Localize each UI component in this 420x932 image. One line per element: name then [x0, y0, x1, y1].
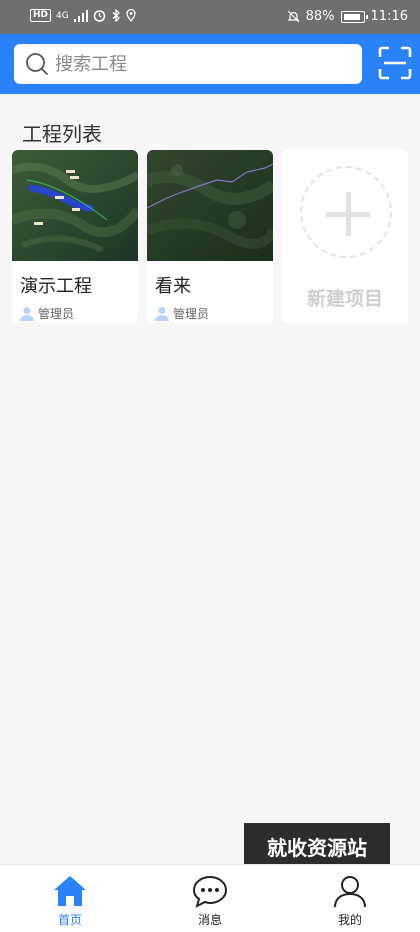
tab-home[interactable]: 首页	[0, 865, 140, 932]
clock: 11:16	[370, 9, 408, 24]
new-project-label: 新建项目	[306, 288, 383, 310]
user-icon	[155, 307, 169, 321]
search-input[interactable]	[55, 53, 345, 75]
battery-icon	[340, 10, 368, 23]
search-icon	[26, 53, 48, 75]
bluetooth-icon	[112, 9, 120, 22]
network-type: 4G	[56, 10, 69, 21]
project-name: 演示工程	[20, 276, 92, 297]
project-owner: 管理员	[20, 305, 74, 322]
home-icon	[54, 876, 86, 906]
project-thumbnail	[12, 150, 138, 261]
tab-label: 我的	[337, 913, 362, 927]
plus-icon	[300, 166, 392, 258]
section-title: 工程列表	[22, 122, 102, 146]
status-bar: HD 4G 88% 11:16	[0, 0, 420, 34]
location-icon	[126, 9, 136, 22]
mute-bell-icon	[287, 10, 300, 23]
owner-name: 管理员	[38, 307, 75, 321]
owner-name: 管理员	[173, 307, 210, 321]
tab-label: 消息	[197, 913, 222, 927]
scan-icon[interactable]	[378, 46, 412, 80]
tab-messages[interactable]: 消息	[140, 865, 280, 932]
project-card[interactable]: 演示工程 管理员	[12, 150, 138, 323]
project-thumbnail	[147, 150, 273, 261]
project-card[interactable]: 看来 管理员	[147, 150, 273, 323]
bottom-tab-bar: 首页 消息 我的	[0, 864, 420, 932]
tab-label: 首页	[57, 913, 82, 927]
battery-percent: 88%	[305, 9, 335, 24]
search-box[interactable]	[14, 44, 362, 84]
top-header	[0, 34, 420, 94]
user-icon	[334, 876, 366, 908]
status-right: 88% 11:16	[287, 9, 408, 24]
hd-indicator: HD	[30, 9, 52, 22]
chat-icon	[192, 875, 228, 908]
alarm-icon	[93, 10, 106, 22]
signal-icon	[73, 9, 88, 22]
user-icon	[20, 307, 34, 321]
project-owner: 管理员	[155, 305, 209, 322]
new-project-button[interactable]: 新建项目	[282, 150, 408, 323]
tab-profile[interactable]: 我的	[280, 865, 420, 932]
status-left: HD 4G	[30, 9, 136, 22]
watermark: 就收资源站	[244, 823, 390, 869]
project-name: 看来	[155, 276, 191, 297]
